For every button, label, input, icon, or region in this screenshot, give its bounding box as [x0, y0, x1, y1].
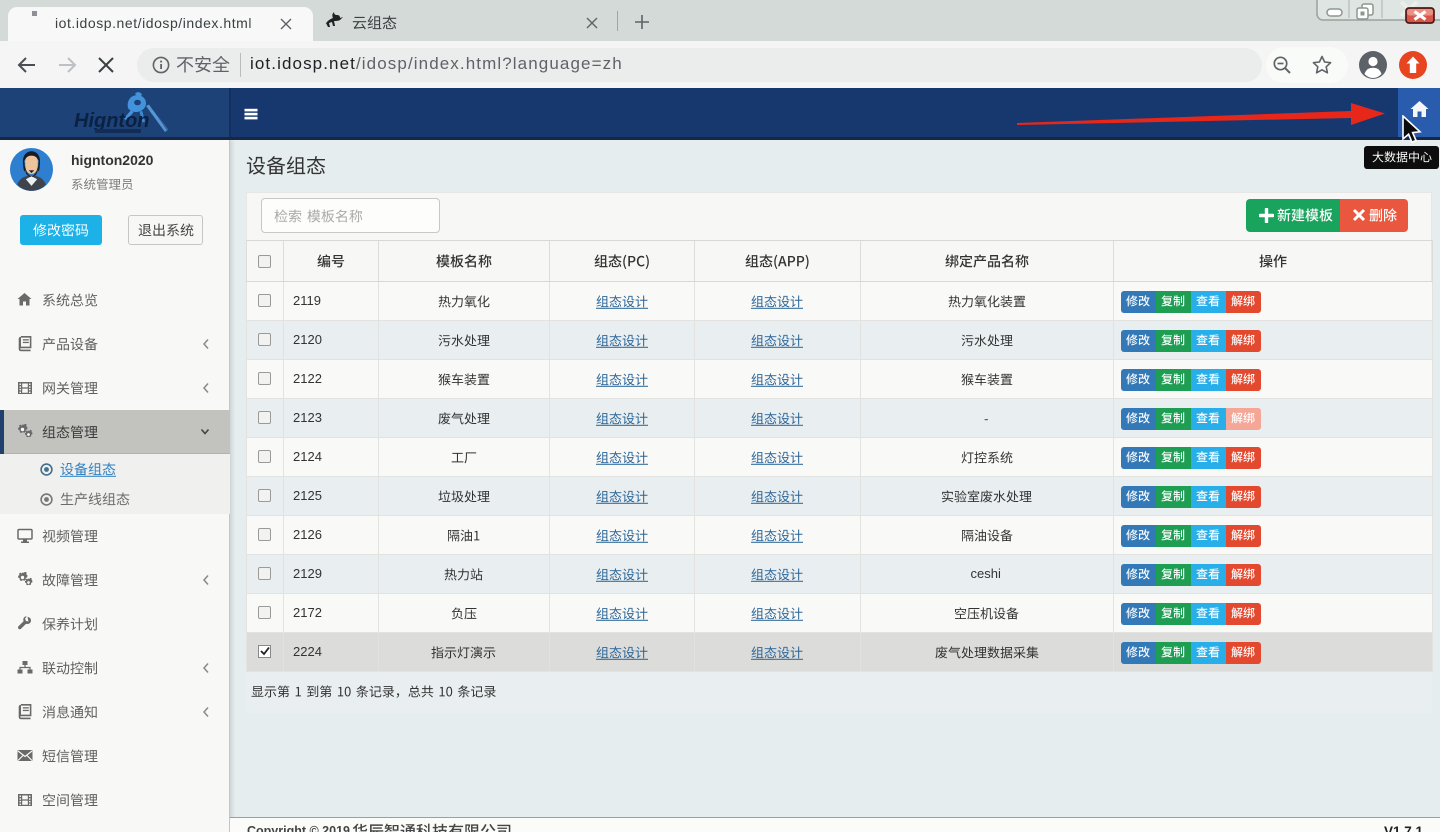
svg-text:Hignton: Hignton [74, 110, 150, 132]
